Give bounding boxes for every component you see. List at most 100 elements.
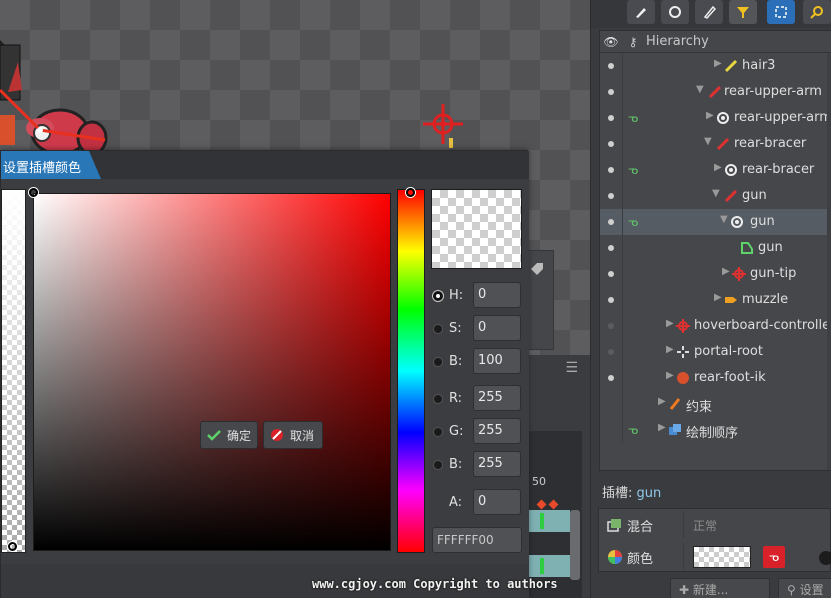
eye-icon[interactable]: 👁 <box>600 35 622 49</box>
key-icon[interactable]: ⚷ <box>622 35 644 49</box>
visibility-dot[interactable] <box>608 245 614 251</box>
blend-mode-select[interactable]: 正常 <box>693 517 717 534</box>
search-icon[interactable] <box>803 0 831 24</box>
tree-item-gun-slot[interactable]: ᓀ ▼ gun <box>600 209 831 235</box>
color-preview <box>431 189 522 269</box>
expand-arrow-icon[interactable]: ▶ <box>722 266 730 277</box>
expand-arrow-icon[interactable]: ▶ <box>658 396 666 407</box>
radio-red[interactable] <box>433 394 443 404</box>
sv-handle[interactable] <box>29 188 38 197</box>
hue-input[interactable]: 0 <box>473 282 521 308</box>
color-swatch[interactable] <box>693 546 751 568</box>
blend-icon <box>607 519 621 532</box>
tree-item-rear-foot-ik[interactable]: ▶ rear-foot-ik <box>600 365 831 391</box>
tree-item-draw-order[interactable]: ᓀ ▶ 绘制顺序 <box>600 417 831 443</box>
visibility-dot[interactable] <box>608 193 614 199</box>
visibility-dot[interactable] <box>608 141 614 147</box>
expand-arrow-icon[interactable]: ▶ <box>666 344 674 355</box>
radio-green[interactable] <box>433 427 443 437</box>
link-icon[interactable]: ᓀ <box>628 423 638 437</box>
radio-saturation[interactable] <box>433 324 443 334</box>
visibility-dot[interactable] <box>608 115 614 121</box>
link-icon[interactable]: ᓀ <box>628 111 638 125</box>
keyframe-marker[interactable] <box>540 513 544 529</box>
radio-brightness[interactable] <box>433 357 443 367</box>
key-toggle-icon[interactable]: ᓀ <box>763 546 785 568</box>
link-icon[interactable]: ᓀ <box>628 215 638 229</box>
link-icon[interactable]: ᓀ <box>628 163 638 177</box>
menu-icon[interactable]: ☰ <box>565 360 578 376</box>
visibility-dot[interactable] <box>608 89 614 95</box>
hue-slider[interactable] <box>397 189 425 553</box>
tree-item-rear-upper-arm-bone[interactable]: ▼ rear-upper-arm <box>600 79 831 105</box>
focus-icon[interactable] <box>767 0 795 24</box>
expand-arrow-icon[interactable]: ▶ <box>714 58 722 69</box>
hierarchy-scrollbar[interactable] <box>827 53 831 470</box>
timeline-scrollbar[interactable] <box>570 510 580 580</box>
ok-button[interactable]: 确定 <box>200 421 258 449</box>
expand-arrow-icon[interactable]: ▶ <box>706 110 714 121</box>
new-button[interactable]: ✚ 新建... <box>670 578 770 598</box>
timeline-row[interactable] <box>528 555 570 577</box>
radio-hue[interactable] <box>433 291 443 301</box>
visibility-dot[interactable] <box>608 271 614 277</box>
brush-icon[interactable] <box>627 0 655 24</box>
timeline-row[interactable] <box>528 510 570 532</box>
radio-blue[interactable] <box>433 460 443 470</box>
tree-item-rear-bracer-bone[interactable]: ▼ rear-bracer <box>600 131 831 157</box>
collapse-arrow-icon[interactable]: ▼ <box>720 214 728 225</box>
tree-item-hoverboard-controller[interactable]: ▶ hoverboard-controller <box>600 313 831 339</box>
collapse-arrow-icon[interactable]: ▼ <box>712 188 720 199</box>
alpha-slider[interactable] <box>1 189 26 553</box>
visibility-dot[interactable] <box>608 63 614 69</box>
crosshair-icon[interactable] <box>421 104 465 148</box>
tree-item-portal-root[interactable]: ▶ portal-root <box>600 339 831 365</box>
tree-item-rear-bracer-slot[interactable]: ᓀ ▶ rear-bracer <box>600 157 831 183</box>
tree-item-gun-attachment[interactable]: gun <box>600 235 831 261</box>
settings-button[interactable]: ⚲ 设置 <box>778 578 831 598</box>
tree-item-hair3[interactable]: ▶ hair3 <box>600 53 831 79</box>
hue-handle[interactable] <box>406 188 415 197</box>
tree-item-rear-upper-arm-slot[interactable]: ᓀ ▶ rear-upper-arm <box>600 105 831 131</box>
dark-circle-icon[interactable] <box>819 551 831 565</box>
expand-arrow-icon[interactable]: ▶ <box>666 318 674 329</box>
point-icon <box>725 297 737 303</box>
tag-icon <box>531 263 543 275</box>
saturation-brightness-picker[interactable] <box>33 193 391 551</box>
collapse-arrow-icon[interactable]: ▼ <box>704 136 712 147</box>
visibility-dot[interactable] <box>608 349 614 355</box>
keyframe-marker[interactable] <box>540 558 544 574</box>
bone-icon <box>724 59 738 73</box>
cancel-button[interactable]: 取消 <box>263 421 323 449</box>
circle-icon[interactable] <box>661 0 689 24</box>
brightness-input[interactable]: 100 <box>473 348 521 374</box>
tree-item-label: muzzle <box>742 292 789 307</box>
expand-arrow-icon[interactable]: ▶ <box>666 370 674 381</box>
tree-item-label: hoverboard-controller <box>694 318 831 333</box>
tree-item-constraints[interactable]: ▶ 约束 <box>600 391 831 417</box>
filter-icon[interactable] <box>729 0 757 24</box>
slot-name-label: 插槽: gun <box>602 482 661 501</box>
root-icon <box>677 346 689 358</box>
blue-input[interactable]: 255 <box>473 451 521 477</box>
expand-arrow-icon[interactable]: ▶ <box>714 292 722 303</box>
expand-arrow-icon[interactable]: ▶ <box>658 422 666 433</box>
red-input[interactable]: 255 <box>473 385 521 411</box>
pen-icon[interactable] <box>695 0 723 24</box>
saturation-input[interactable]: 0 <box>473 315 521 341</box>
expand-arrow-icon[interactable]: ▶ <box>714 162 722 173</box>
visibility-dot[interactable] <box>608 219 614 225</box>
visibility-dot[interactable] <box>608 167 614 173</box>
visibility-dot[interactable] <box>608 375 614 381</box>
visibility-dot[interactable] <box>608 323 614 329</box>
tree-item-muzzle[interactable]: ▶ muzzle <box>600 287 831 313</box>
tree-item-gun-bone[interactable]: ▼ gun <box>600 183 831 209</box>
collapse-arrow-icon[interactable]: ▼ <box>696 84 704 95</box>
hierarchy-title: Hierarchy <box>646 34 709 49</box>
hex-input[interactable]: FFFFFF00 <box>432 527 522 553</box>
green-input[interactable]: 255 <box>473 418 521 444</box>
visibility-dot[interactable] <box>608 297 614 303</box>
alpha-handle[interactable] <box>8 542 17 551</box>
alpha-input[interactable]: 0 <box>473 489 521 515</box>
tree-item-gun-tip[interactable]: ▶ gun-tip <box>600 261 831 287</box>
